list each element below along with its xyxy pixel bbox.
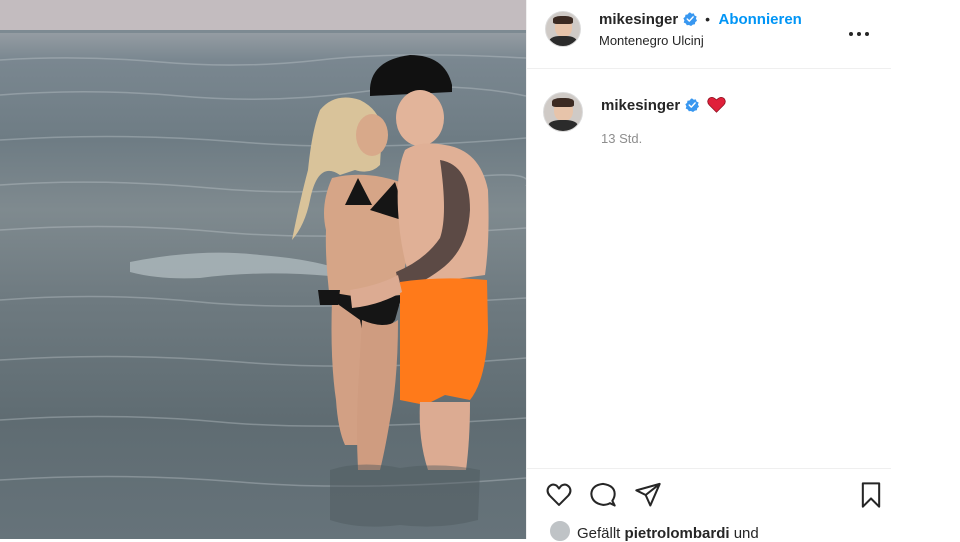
post-side-panel: mikesinger • Abonnieren Montenegro Ulcin… [526, 0, 892, 542]
verified-badge-icon [683, 12, 697, 26]
follow-button[interactable]: Abonnieren [718, 11, 801, 28]
action-bar: Gefällt pietrolombardi und [527, 468, 891, 542]
beach-couple-photo [0, 0, 526, 527]
liker-username[interactable]: pietrolombardi [625, 525, 730, 542]
more-options-icon[interactable] [849, 22, 873, 46]
red-heart-emoji-icon [707, 97, 726, 113]
verified-badge-icon [685, 98, 699, 112]
paper-plane-icon[interactable] [634, 481, 662, 509]
header-avatar[interactable] [545, 11, 581, 47]
likes-suffix: und [733, 525, 759, 542]
page-background [891, 0, 960, 539]
bookmark-icon[interactable] [857, 481, 885, 509]
post-photo[interactable] [0, 0, 526, 539]
separator-dot: • [705, 11, 711, 27]
caption-avatar[interactable] [543, 92, 583, 132]
post-header: mikesinger • Abonnieren Montenegro Ulcin… [527, 0, 891, 69]
comment-icon[interactable] [589, 481, 617, 509]
caption-username[interactable]: mikesinger [601, 97, 680, 114]
post-timestamp[interactable]: 13 Std. [601, 131, 642, 146]
header-username[interactable]: mikesinger [599, 11, 678, 28]
likes-prefix: Gefällt [577, 525, 621, 542]
location-link[interactable]: Montenegro Ulcinj [599, 33, 704, 48]
heart-icon[interactable] [545, 481, 573, 509]
